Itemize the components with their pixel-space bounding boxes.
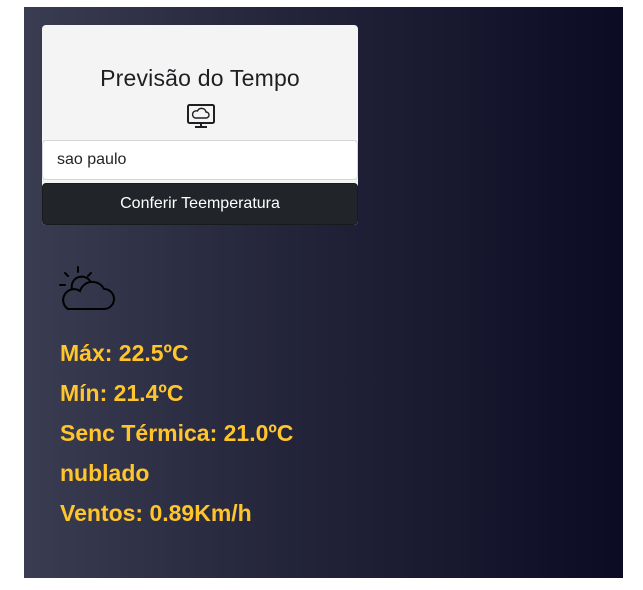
check-temperature-button[interactable]: Conferir Teemperatura: [42, 183, 358, 225]
search-card: Previsão do Tempo Conferir Teemperatura: [42, 25, 358, 225]
partly-cloudy-icon: [59, 266, 115, 310]
app-background: Previsão do Tempo Conferir Teemperatura …: [24, 7, 623, 578]
monitor-cloud-icon: [187, 104, 215, 128]
weather-description: nublado: [60, 460, 150, 486]
wind-speed: Ventos: 0.89Km/h: [60, 500, 252, 526]
city-search-input[interactable]: [42, 140, 358, 180]
page-title: Previsão do Tempo: [100, 65, 300, 91]
feels-like-temperature: Senc Térmica: 21.0ºC: [60, 420, 294, 446]
max-temperature: Máx: 22.5ºC: [60, 340, 189, 366]
min-temperature: Mín: 21.4ºC: [60, 380, 184, 406]
